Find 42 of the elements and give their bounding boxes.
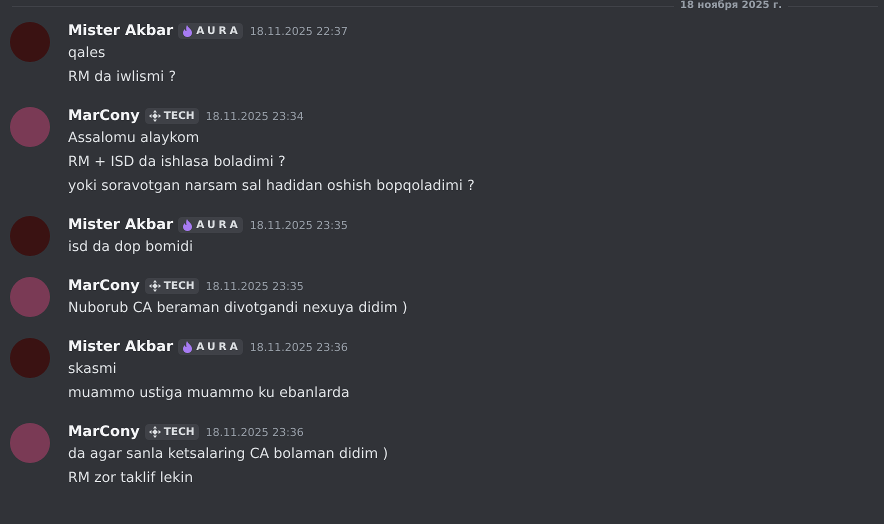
diamond-arrows-icon <box>148 280 161 292</box>
username[interactable]: Mister Akbar <box>68 217 174 233</box>
message-text: yoki soravotgan narsam sal hadidan oshish bopqoladimi ? <box>68 177 475 196</box>
timestamp: 18.11.2025 22:37 <box>250 24 348 38</box>
message-text: muammo ustiga muammo ku ebanlarda <box>68 384 350 403</box>
username[interactable]: MarCony <box>68 108 140 124</box>
avatar[interactable] <box>10 338 50 378</box>
avatar[interactable] <box>10 216 50 256</box>
server-tag[interactable]: TECH <box>144 278 199 294</box>
date-divider: 18 ноября 2025 г. <box>680 0 782 12</box>
timestamp: 18.11.2025 23:36 <box>250 340 348 354</box>
message-text: RM zor taklif lekin <box>68 469 194 488</box>
avatar[interactable] <box>10 107 50 147</box>
avatar[interactable] <box>10 423 50 463</box>
message-text: skasmi <box>68 360 118 379</box>
flame-icon <box>182 25 194 37</box>
username[interactable]: Mister Akbar <box>68 339 174 355</box>
timestamp: 18.11.2025 23:35 <box>250 218 348 232</box>
message-text: da agar sanla ketsalaring CA bolaman didim ) <box>68 445 388 464</box>
timestamp: 18.11.2025 23:35 <box>206 280 304 292</box>
server-tag[interactable]: AURA <box>178 23 243 39</box>
message-text: RM da iwlismi ? <box>68 68 177 87</box>
username[interactable]: MarCony <box>68 424 140 440</box>
server-tag[interactable]: TECH <box>144 108 199 124</box>
username[interactable]: MarCony <box>68 278 140 294</box>
message-text: Nuborub CA beraman divotgandi nexuya didim ) <box>68 299 408 318</box>
avatar[interactable] <box>10 22 50 62</box>
server-tag[interactable]: TECH <box>144 424 199 440</box>
timestamp: 18.11.2025 23:34 <box>206 110 304 122</box>
message-text: isd da dop bomidi <box>68 238 194 257</box>
timestamp: 18.11.2025 23:36 <box>206 426 304 438</box>
diamond-arrows-icon <box>148 110 161 122</box>
flame-icon <box>182 341 194 353</box>
message-text: RM + ISD da ishlasa boladimi ? <box>68 153 287 172</box>
server-tag[interactable]: AURA <box>178 217 243 233</box>
flame-icon <box>182 219 194 231</box>
avatar[interactable] <box>10 277 50 317</box>
diamond-arrows-icon <box>148 426 161 438</box>
message-text: qales <box>68 44 106 63</box>
username[interactable]: Mister Akbar <box>68 23 174 39</box>
server-tag[interactable]: AURA <box>178 339 243 355</box>
message-text: Assalomu alaykom <box>68 129 200 148</box>
